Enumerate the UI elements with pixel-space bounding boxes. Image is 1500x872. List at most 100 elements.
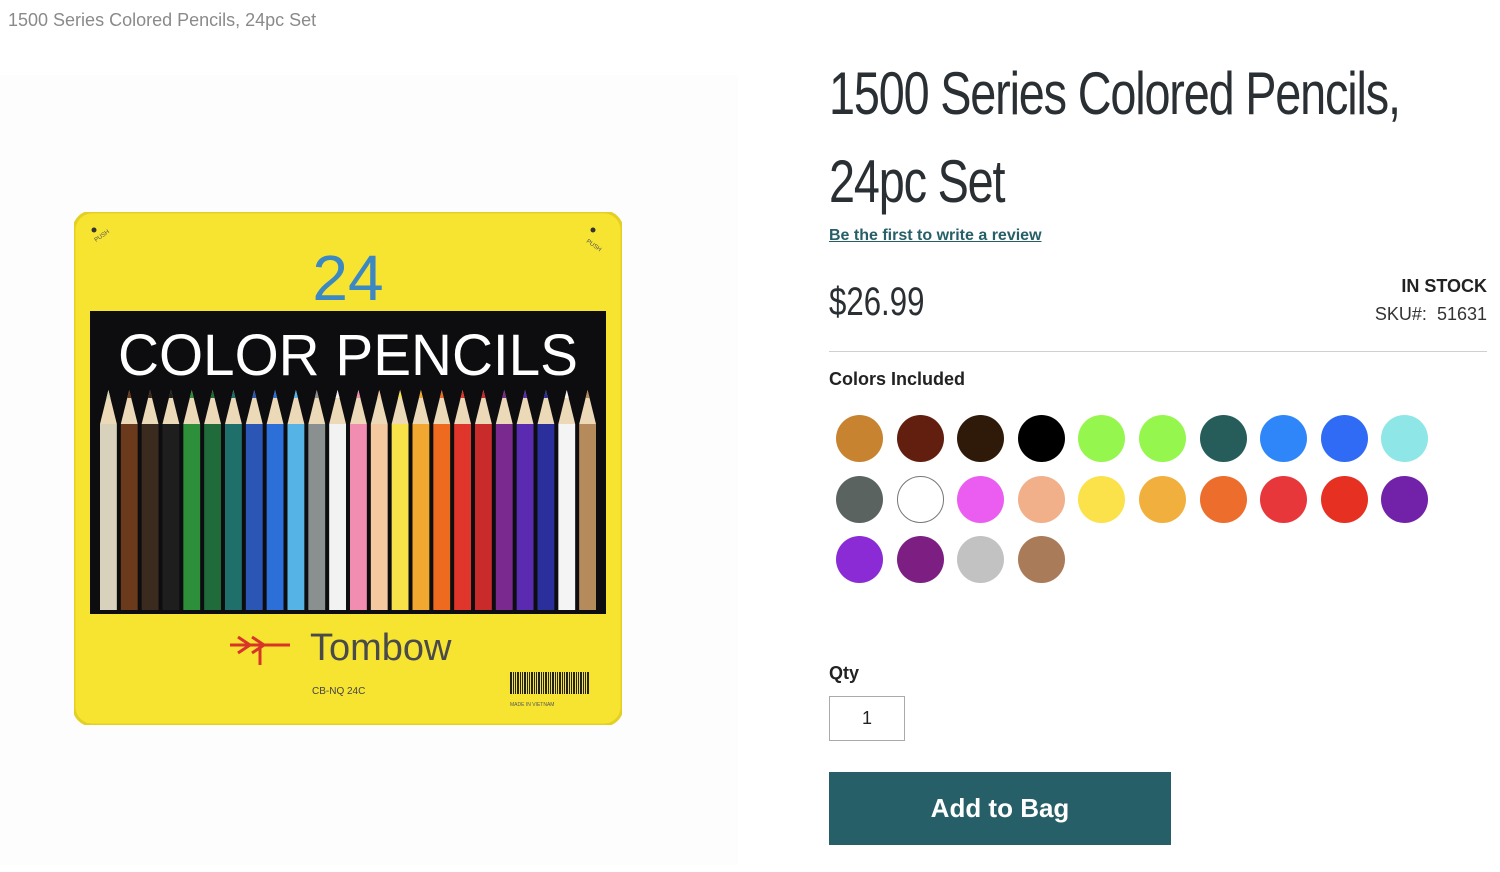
- barcode-bar: [524, 672, 526, 694]
- sku-label: SKU#:: [1374, 304, 1427, 324]
- sku-value: 51631: [1436, 304, 1487, 324]
- barcode-bar: [522, 672, 523, 694]
- product-image-panel: PUSH PUSH 24 COLOR PENCILS Tombow CB-NQ …: [0, 75, 738, 865]
- color-swatch[interactable]: [1078, 475, 1126, 523]
- pencil-body: [225, 424, 242, 610]
- barcode-bar: [555, 672, 556, 694]
- color-swatch[interactable]: [1017, 536, 1065, 584]
- pencil-body: [266, 424, 284, 610]
- color-swatch[interactable]: [957, 415, 1005, 462]
- color-swatch[interactable]: [1017, 415, 1065, 462]
- barcode-bar: [566, 672, 568, 694]
- color-swatch[interactable]: [1320, 475, 1368, 523]
- colors-included-label: Colors Included: [829, 369, 966, 389]
- barcode-bar: [543, 672, 544, 694]
- pencil-body: [370, 424, 388, 610]
- barcode-bar: [569, 672, 570, 694]
- pencil-body: [183, 424, 201, 610]
- barcode-bar: [587, 672, 589, 694]
- color-swatch[interactable]: [1138, 475, 1186, 523]
- color-swatch[interactable]: [1260, 475, 1308, 523]
- color-swatch[interactable]: [1381, 475, 1429, 523]
- color-swatch[interactable]: [896, 415, 944, 462]
- image-brand: Tombow: [310, 627, 452, 669]
- pencil-body: [308, 424, 326, 610]
- pencil-body: [391, 424, 409, 610]
- image-count: 24: [312, 242, 383, 314]
- image-made-in: MADE IN VIETNAM: [510, 702, 554, 708]
- pencil-body: [412, 424, 430, 610]
- pencil-body: [433, 424, 451, 610]
- pencil-body: [162, 424, 180, 610]
- add-to-bag-button[interactable]: Add to Bag: [829, 772, 1171, 845]
- qty-label: Qty: [829, 663, 860, 683]
- barcode-bar: [571, 672, 572, 694]
- barcode-bar: [562, 672, 563, 694]
- divider: [829, 351, 1487, 352]
- qty-input[interactable]: [829, 696, 905, 741]
- barcode-bar: [548, 672, 549, 694]
- pencil-body: [287, 424, 305, 610]
- color-swatch[interactable]: [957, 475, 1005, 523]
- barcode-bar: [559, 672, 561, 694]
- barcode-bar: [580, 672, 582, 694]
- color-swatch[interactable]: [1199, 475, 1247, 523]
- color-swatch[interactable]: [836, 536, 883, 584]
- barcode-bar: [517, 672, 519, 694]
- pencil-body: [350, 424, 367, 610]
- pencil-body: [579, 424, 596, 610]
- barcode-bar: [527, 672, 528, 694]
- barcode-bar: [513, 672, 514, 694]
- barcode-bar: [541, 672, 542, 694]
- pencil-body: [100, 424, 117, 610]
- barcode-bar: [520, 672, 521, 694]
- color-swatch[interactable]: [1078, 415, 1126, 462]
- barcode-bar: [545, 672, 547, 694]
- color-swatch[interactable]: [896, 536, 944, 584]
- barcode-bar: [552, 672, 554, 694]
- stock-status: IN STOCK: [1401, 276, 1487, 296]
- write-review-link[interactable]: Be the first to write a review: [829, 227, 1042, 245]
- barcode-bar: [529, 672, 530, 694]
- barcode-bar: [510, 672, 512, 694]
- pencil-body: [120, 424, 138, 610]
- color-swatch[interactable]: [1138, 415, 1186, 462]
- color-swatch[interactable]: [896, 475, 944, 523]
- image-model: CB-NQ 24C: [312, 686, 365, 697]
- color-swatch[interactable]: [1017, 475, 1065, 523]
- pencil-body: [558, 424, 576, 610]
- breadcrumb: 1500 Series Colored Pencils, 24pc Set: [8, 10, 317, 30]
- barcode-bar: [515, 672, 516, 694]
- pencil-body: [454, 424, 471, 610]
- image-heading: COLOR PENCILS: [118, 323, 578, 388]
- color-swatch[interactable]: [1381, 415, 1429, 462]
- pencil-body: [245, 424, 263, 610]
- barcode-bar: [585, 672, 586, 694]
- color-swatch-list: [836, 415, 1456, 597]
- color-swatch[interactable]: [1260, 415, 1308, 462]
- barcode-bar: [536, 672, 537, 694]
- pencil-body: [141, 424, 159, 610]
- barcode-bar: [578, 672, 579, 694]
- pencil-body: [516, 424, 534, 610]
- product-price: $26.99: [829, 280, 925, 324]
- barcode-bar: [550, 672, 551, 694]
- pencil-body: [475, 424, 492, 610]
- color-swatch[interactable]: [957, 536, 1005, 584]
- pencil-body: [329, 424, 346, 610]
- pencil-body: [537, 424, 555, 610]
- color-swatch[interactable]: [836, 475, 883, 523]
- product-image: PUSH PUSH 24 COLOR PENCILS Tombow CB-NQ …: [74, 212, 622, 725]
- barcode-bar: [564, 672, 565, 694]
- pencil-body: [204, 424, 221, 610]
- barcode-bar: [531, 672, 533, 694]
- sku: SKU#: 51631: [1375, 304, 1487, 325]
- barcode-bar: [534, 672, 535, 694]
- pencil-body: [495, 424, 513, 610]
- product-title: 1500 Series Colored Pencils, 24pc Set: [829, 60, 1401, 215]
- color-swatch[interactable]: [836, 415, 883, 462]
- color-swatch[interactable]: [1199, 415, 1247, 462]
- barcode-bar: [573, 672, 575, 694]
- barcode-bar: [557, 672, 558, 694]
- color-swatch[interactable]: [1320, 415, 1368, 462]
